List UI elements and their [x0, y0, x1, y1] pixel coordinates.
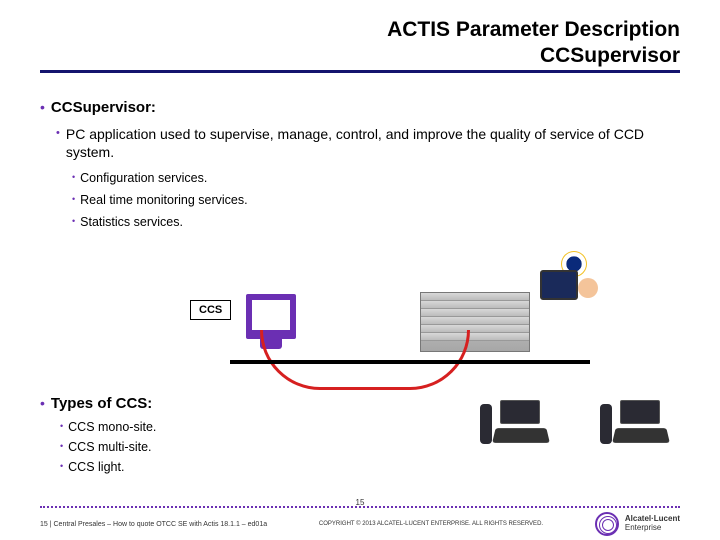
logo-mark-icon — [595, 512, 619, 536]
section2-item: • CCS mono-site. — [60, 420, 156, 434]
section1-item-text: Real time monitoring services. — [80, 193, 247, 207]
section1-heading-row: • CCSupervisor: — [40, 99, 680, 116]
bullet-icon: • — [56, 126, 60, 141]
section1-item: • Statistics services. — [72, 215, 680, 229]
bullet-icon: • — [72, 171, 75, 185]
bullet-icon: • — [60, 460, 63, 474]
logo-text: Alcatel·Lucent Enterprise — [625, 515, 680, 533]
bullet-icon: • — [60, 420, 63, 434]
section2-item-text: CCS mono-site. — [68, 420, 156, 434]
bullet-icon: • — [40, 99, 45, 116]
brand-logo: Alcatel·Lucent Enterprise — [595, 512, 680, 536]
section1-item-text: Statistics services. — [80, 215, 183, 229]
section2-item: • CCS light. — [60, 460, 156, 474]
types-section: • Types of CCS: • CCS mono-site. • CCS m… — [40, 395, 156, 480]
page-number: 15 — [356, 498, 365, 507]
section1-description: PC application used to supervise, manage… — [66, 126, 680, 161]
slide-footer: 15 15 | Central Presales – How to quote … — [0, 500, 720, 540]
slide-header: ACTIS Parameter Description CCSupervisor — [0, 0, 720, 73]
section1-description-row: • PC application used to supervise, mana… — [56, 126, 680, 161]
logo-sub: Enterprise — [625, 523, 661, 532]
section2-heading: Types of CCS: — [51, 395, 152, 412]
phones-group — [480, 400, 670, 445]
section2-heading-row: • Types of CCS: — [40, 395, 156, 412]
section2-item-text: CCS multi-site. — [68, 440, 151, 454]
logo-brand: Alcatel·Lucent — [625, 514, 680, 523]
desk-phone-icon — [600, 400, 670, 445]
footer-copyright: COPYRIGHT © 2013 ALCATEL-LUCENT ENTERPRI… — [267, 521, 595, 527]
title-line2: CCSupervisor — [540, 44, 680, 73]
agent-workstation-icon — [540, 270, 600, 325]
bullet-icon: • — [60, 440, 63, 454]
footer-left-text: 15 | Central Presales – How to quote OTC… — [40, 521, 267, 528]
bullet-icon: • — [72, 215, 75, 229]
desk-phone-icon — [480, 400, 550, 445]
bullet-icon: • — [40, 395, 45, 412]
network-diagram: CCS — [160, 260, 640, 390]
section2-item: • CCS multi-site. — [60, 440, 156, 454]
section1-item: • Configuration services. — [72, 171, 680, 185]
section1-heading: CCSupervisor: — [51, 99, 156, 116]
main-content: • CCSupervisor: • PC application used to… — [0, 73, 720, 229]
section1-item-text: Configuration services. — [80, 171, 207, 185]
section2-item-text: CCS light. — [68, 460, 124, 474]
bullet-icon: • — [72, 193, 75, 207]
section1-item: • Real time monitoring services. — [72, 193, 680, 207]
title-line1: ACTIS Parameter Description — [0, 18, 680, 42]
lan-line-icon — [230, 360, 590, 364]
ccs-label: CCS — [190, 300, 231, 320]
